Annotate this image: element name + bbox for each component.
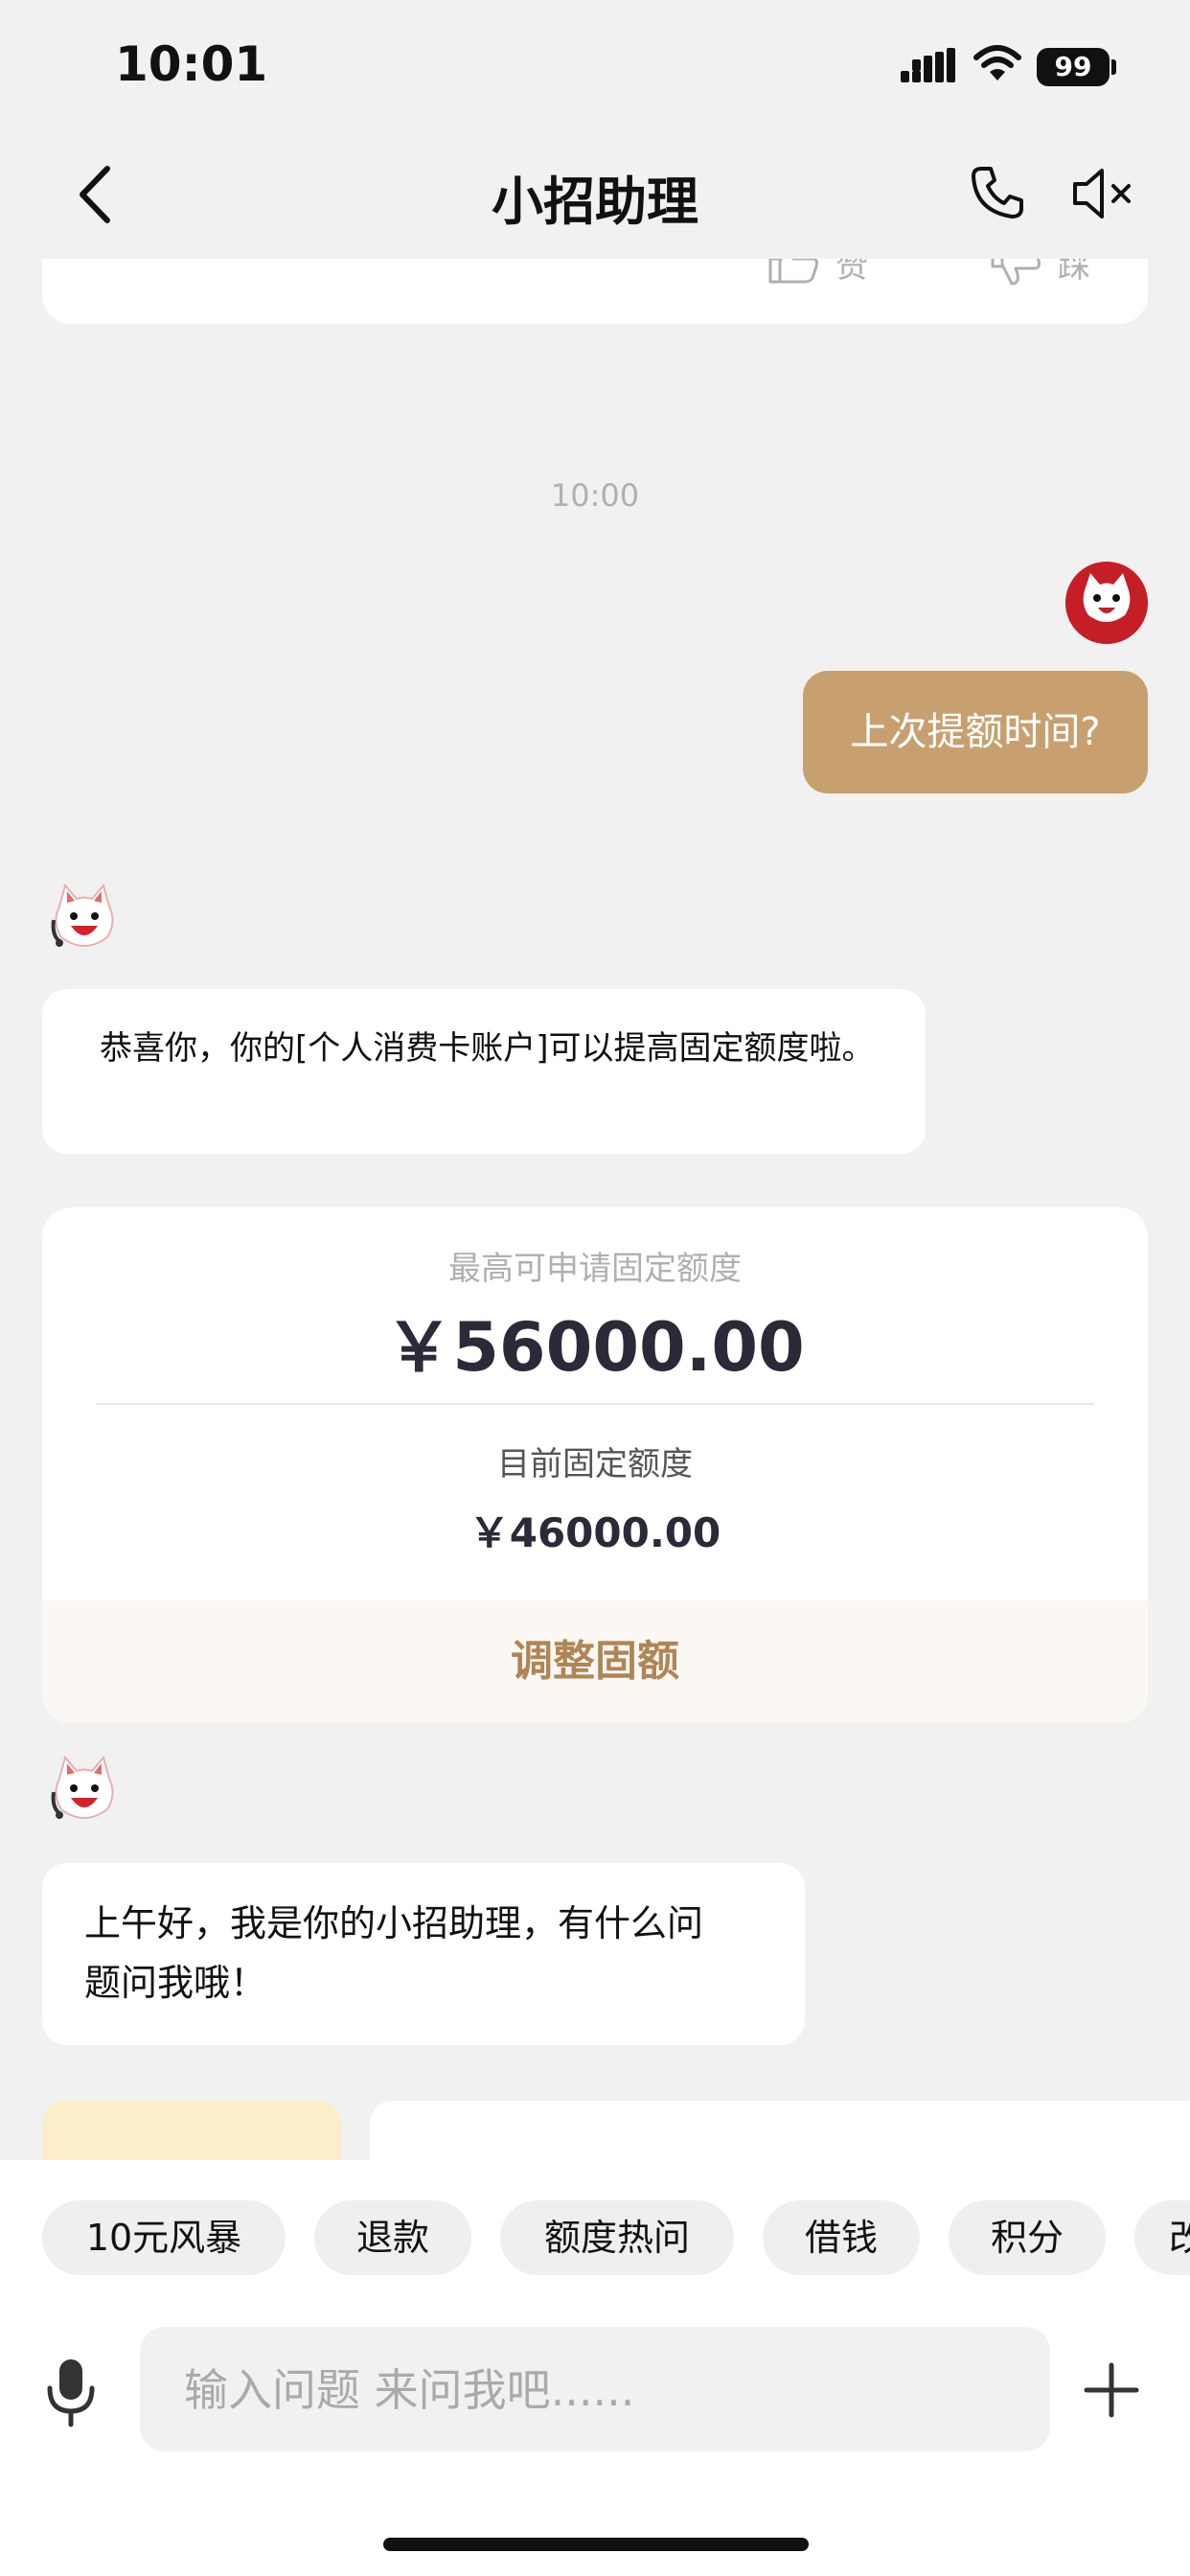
battery-icon: 99 [1037,48,1116,86]
cat-avatar-icon [1065,562,1148,644]
bot-avatar [42,878,126,962]
quick-chip[interactable]: 额度热问 [500,2200,734,2275]
bot-message-text: 恭喜你，你的[个人消费卡账户]可以提高固定额度啦。 [100,1029,875,1068]
cellular-signal-icon [901,48,955,82]
message-timestamp: 10:00 [550,477,640,514]
bot-greeting-line-2: 题问我哦！ [84,1962,267,2004]
bot-avatar [42,1750,126,1834]
status-time: 10:01 [115,36,268,92]
message-input[interactable] [182,2327,1029,2453]
quick-chip[interactable]: 10元风暴 [42,2200,286,2275]
bot-message-bubble: 恭喜你，你的[个人消费卡账户]可以提高固定额度啦。 [42,989,926,1154]
quick-chip[interactable]: 退款 [314,2200,471,2275]
cat-mascot-icon [51,883,114,947]
quick-chip[interactable]: 借钱 [763,2200,920,2275]
credit-limit-card: 最高可申请固定额度 ￥56000.00 目前固定额度 ￥46000.00 调整固… [42,1208,1148,1723]
user-message-bubble: 上次提额时间? [803,671,1148,794]
current-limit-value: ￥46000.00 [469,1509,721,1556]
current-limit-label: 目前固定额度 [497,1445,693,1484]
max-limit-value: ￥56000.00 [385,1308,805,1387]
bot-greeting-line-1: 上午好，我是你的小招助理，有什么问 [84,1902,704,1944]
home-indicator [383,2538,809,2551]
message-input-box[interactable] [140,2327,1050,2453]
wifi-icon [973,45,1021,80]
cat-mascot-icon [51,1755,114,1819]
max-limit-label: 最高可申请固定额度 [448,1250,742,1288]
card-divider [96,1403,1094,1405]
microphone-icon[interactable] [44,2356,98,2428]
adjust-limit-button[interactable]: 调整固额 [42,1600,1148,1723]
battery-level: 99 [1037,48,1110,86]
quick-chip[interactable]: 积分 [949,2200,1106,2275]
user-avatar [1065,562,1148,644]
bot-greeting-bubble: 上午好，我是你的小招助理，有什么问 题问我哦！ [42,1863,805,2045]
plus-icon[interactable] [1083,2361,1140,2419]
phone-call-icon[interactable] [968,163,1027,222]
speaker-mute-icon[interactable] [1069,165,1138,222]
